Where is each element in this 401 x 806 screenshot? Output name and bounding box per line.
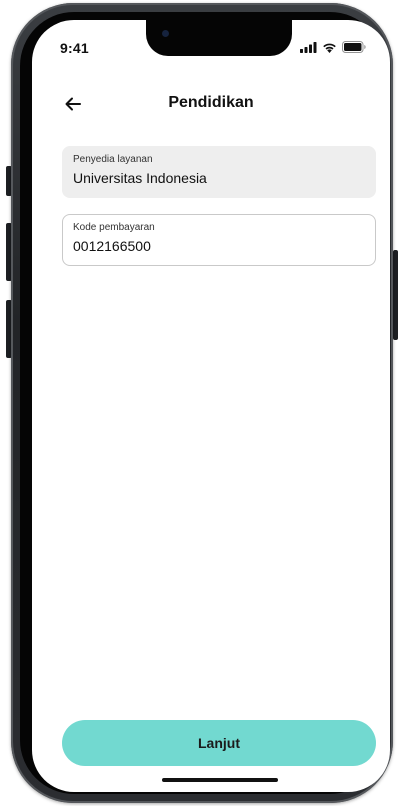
continue-button[interactable]: Lanjut: [62, 720, 376, 766]
status-icons: [300, 40, 366, 54]
app-header: Pendidikan: [32, 92, 390, 116]
app-screen: 9:41 Pendidikan Penyedia layanan Univers…: [32, 20, 390, 792]
dynamic-notch: [146, 20, 292, 56]
provider-label: Penyedia layanan: [73, 154, 153, 165]
home-indicator: [162, 778, 278, 782]
phone-frame: 9:41 Pendidikan Penyedia layanan Univers…: [11, 3, 393, 803]
battery-icon: [342, 41, 366, 53]
provider-value: Universitas Indonesia: [73, 170, 207, 186]
power-button: [393, 250, 398, 340]
payment-code-field[interactable]: Kode pembayaran: [62, 214, 376, 266]
provider-field: Penyedia layanan Universitas Indonesia: [62, 146, 376, 198]
payment-code-label: Kode pembayaran: [73, 222, 155, 233]
cellular-signal-icon: [300, 41, 317, 53]
page-title: Pendidikan: [168, 94, 254, 111]
status-time: 9:41: [60, 40, 89, 56]
wifi-icon: [322, 42, 337, 53]
payment-code-input[interactable]: [73, 238, 363, 254]
device-mockup: 9:41 Pendidikan Penyedia layanan Univers…: [0, 0, 401, 806]
front-camera: [162, 30, 169, 37]
